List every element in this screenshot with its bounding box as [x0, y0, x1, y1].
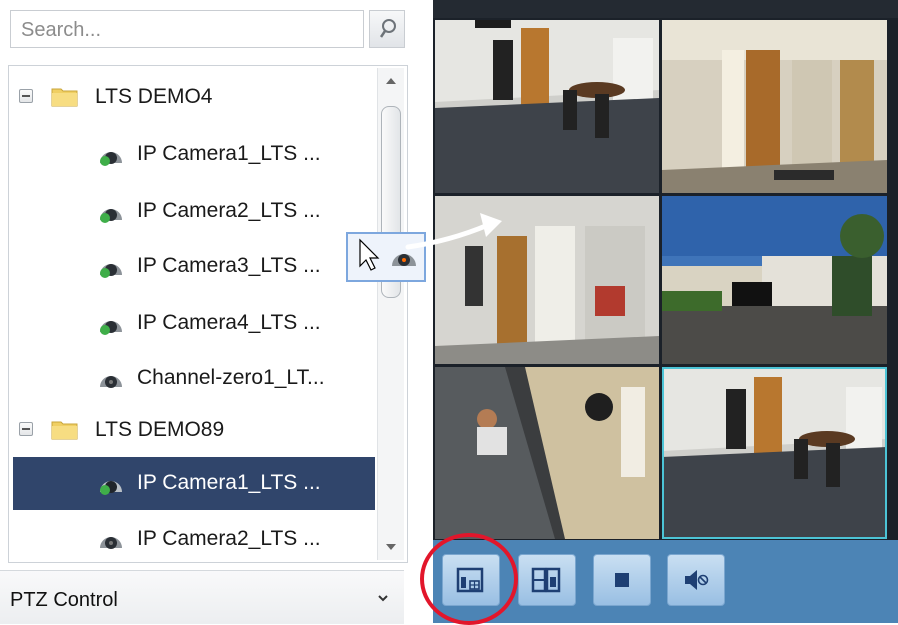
- ptz-control-panel-header[interactable]: PTZ Control: [0, 570, 404, 624]
- camera-online-icon: [100, 152, 122, 166]
- tree-item-camera[interactable]: Channel-zero1_LT...: [9, 355, 375, 401]
- folder-icon: [51, 88, 78, 107]
- video-tile-2[interactable]: [662, 20, 887, 193]
- tree-scrollbar[interactable]: [377, 68, 404, 560]
- resource-panel: Search... LTS DEMO4 IP Camera1_LTS ... I…: [0, 0, 408, 624]
- tree-item-label: Channel-zero1_LT...: [137, 366, 325, 389]
- folder-icon: [51, 421, 78, 440]
- video-tile-1[interactable]: [435, 20, 659, 193]
- collapse-icon[interactable]: [19, 89, 33, 103]
- tree-group-lts-demo4[interactable]: LTS DEMO4: [9, 74, 375, 120]
- search-input[interactable]: Search...: [10, 10, 364, 48]
- tree-item-label: IP Camera1_LTS ...: [137, 142, 321, 165]
- highlight-circle: [420, 533, 518, 625]
- tree-item-camera[interactable]: IP Camera1_LTS ...: [9, 131, 375, 177]
- tree-item-camera[interactable]: IP Camera2_LTS ...: [9, 188, 375, 234]
- mute-icon: [685, 570, 709, 590]
- panel-divider: [408, 0, 433, 623]
- stop-icon: [615, 573, 629, 587]
- live-view-topbar: [433, 0, 898, 18]
- tree-item-label: IP Camera2_LTS ...: [137, 527, 321, 550]
- search-icon: [379, 19, 396, 38]
- stop-all-button[interactable]: [593, 554, 651, 606]
- custom-layout-button[interactable]: [518, 554, 576, 606]
- video-tile-4[interactable]: [662, 196, 887, 364]
- tree-item-label: LTS DEMO89: [95, 418, 225, 441]
- tree-item-camera[interactable]: IP Camera3_LTS ...: [9, 243, 375, 289]
- drag-arrow-icon: [405, 213, 502, 250]
- search-button[interactable]: [369, 10, 405, 48]
- camera-online-icon: [100, 264, 122, 278]
- collapse-icon[interactable]: [19, 422, 33, 436]
- camera-tree: LTS DEMO4 IP Camera1_LTS ... IP Camera2_…: [8, 65, 408, 563]
- camera-icon: [100, 376, 122, 388]
- chevron-down-icon[interactable]: [376, 591, 390, 605]
- live-view-area: [433, 0, 898, 623]
- camera-online-icon: [100, 321, 122, 335]
- scroll-up-icon[interactable]: [386, 78, 396, 84]
- tree-item-label: IP Camera1_LTS ...: [137, 471, 321, 494]
- search-placeholder: Search...: [21, 19, 102, 41]
- scroll-down-icon[interactable]: [386, 544, 396, 550]
- tree-group-lts-demo89[interactable]: LTS DEMO89: [9, 407, 375, 453]
- tree-item-camera-selected[interactable]: IP Camera1_LTS ...: [13, 457, 375, 510]
- camera-online-icon: [100, 481, 122, 495]
- camera-online-icon: [100, 209, 122, 223]
- custom-layout-icon: [531, 567, 561, 593]
- tree-item-label: IP Camera4_LTS ...: [137, 311, 321, 334]
- tree-item-camera[interactable]: IP Camera2_LTS ...: [9, 516, 375, 562]
- video-tile-5[interactable]: [435, 367, 659, 539]
- tree-item-camera[interactable]: IP Camera4_LTS ...: [9, 300, 375, 346]
- tree-item-label: IP Camera2_LTS ...: [137, 199, 321, 222]
- tree-item-label: LTS DEMO4: [95, 85, 213, 108]
- ptz-control-label: PTZ Control: [10, 589, 118, 611]
- video-tile-6-active[interactable]: [662, 367, 887, 539]
- tree-item-label: IP Camera3_LTS ...: [137, 254, 321, 277]
- camera-icon: [100, 537, 122, 549]
- mute-button[interactable]: [667, 554, 725, 606]
